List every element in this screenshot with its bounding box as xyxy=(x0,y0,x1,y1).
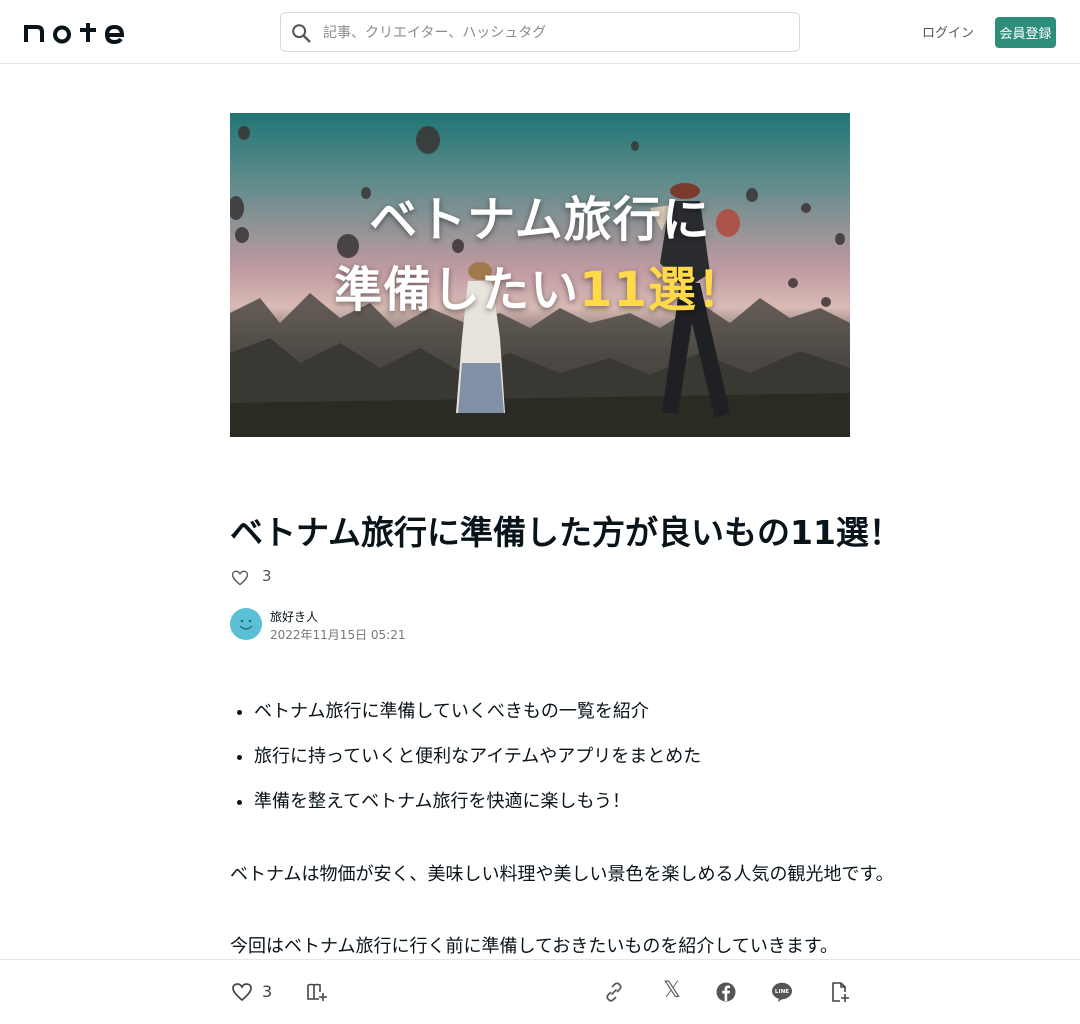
list-item: 旅行に持っていくと便利なアイテムやアプリをまとめた xyxy=(254,742,854,787)
hero-heading-line2: 準備したい11選！ xyxy=(334,262,746,318)
article-title: ベトナム旅行に準備した方が良いもの11選！ xyxy=(230,513,902,552)
summary-list: ベトナム旅行に準備していくべきもの一覧を紹介 旅行に持っていくと便利なアイテムや… xyxy=(230,697,854,832)
note-logo[interactable]: note xyxy=(24,18,124,46)
paragraph: ベトナムは物価が安く、美味しい料理や美しい景色を楽しめる人気の観光地です。 xyxy=(230,864,894,885)
svg-text:LINE: LINE xyxy=(775,989,789,995)
signup-button[interactable]: 会員登録 xyxy=(995,17,1056,48)
login-link[interactable]: ログイン xyxy=(922,22,974,41)
heart-icon[interactable] xyxy=(230,568,250,588)
copy-link-icon[interactable] xyxy=(602,980,626,1004)
facebook-share-icon[interactable] xyxy=(714,980,738,1004)
author-name[interactable]: 旅好き人 xyxy=(270,608,318,625)
author-block[interactable]: 旅好き人 2022年11月15日 05:21 xyxy=(230,606,630,646)
x-share-icon[interactable]: 𝕏 xyxy=(660,978,684,1003)
list-item: ベトナム旅行に準備していくべきもの一覧を紹介 xyxy=(254,697,854,742)
search-input[interactable] xyxy=(321,19,785,47)
site-header: note ログイン 会員登録 xyxy=(0,0,1080,64)
paragraph: 今回はベトナム旅行に行く前に準備しておきたいものを紹介していきます。 xyxy=(230,936,839,957)
like-count: 3 xyxy=(262,567,272,585)
line-share-icon[interactable]: LINE xyxy=(770,980,794,1004)
add-to-magazine-icon[interactable] xyxy=(305,980,329,1004)
hero-image: ベトナム旅行に 準備したい11選！ xyxy=(230,113,850,437)
action-bar: 3 𝕏 LINE xyxy=(0,959,1080,1024)
list-item: 準備を整えてベトナム旅行を快適に楽しもう！ xyxy=(254,787,854,832)
footer-like-count: 3 xyxy=(262,982,273,1001)
publish-date: 2022年11月15日 05:21 xyxy=(270,628,406,642)
hero-heading-line1: ベトナム旅行に xyxy=(369,192,711,248)
embed-icon[interactable] xyxy=(827,980,851,1004)
search-icon[interactable] xyxy=(290,22,312,44)
avatar[interactable] xyxy=(230,608,262,640)
like-heart-icon[interactable] xyxy=(230,980,254,1004)
search-box[interactable] xyxy=(280,12,800,52)
